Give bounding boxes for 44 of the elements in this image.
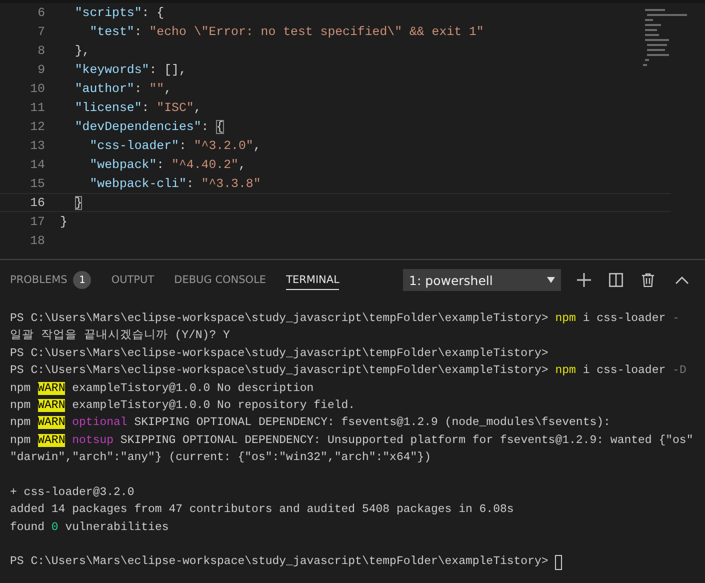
- terminal-line: + css-loader@3.2.0: [10, 484, 134, 501]
- line-number: 6: [36, 6, 45, 20]
- code-line: "author": "",: [74, 82, 172, 96]
- code-line: "css-loader": "^3.2.0",: [88, 138, 261, 152]
- line-number: 16: [29, 196, 45, 210]
- panel-tab[interactable]: TERMINAL: [286, 270, 340, 290]
- line-number: 14: [29, 158, 45, 172]
- line-number: 13: [29, 138, 45, 152]
- terminal-line: "darwin","arch":"any"} (current: {"os":"win32","arch":"x64"}): [10, 450, 431, 466]
- code-line: "test": "echo \"Error: no test specified\" && exit 1": [88, 24, 484, 38]
- line-number: 7: [36, 24, 45, 38]
- code-line: "scripts": {: [74, 6, 164, 20]
- code-line: },: [74, 44, 90, 58]
- line-number: 12: [29, 120, 45, 134]
- panel-tab[interactable]: OUTPUT: [111, 270, 154, 290]
- terminal-line: 일괄 작업을 끝내시겠습니까 (Y/N)? Y: [10, 328, 230, 344]
- terminal-line: found 0 vulnerabilities: [10, 520, 169, 536]
- line-number: 9: [36, 62, 45, 76]
- line-number: 8: [36, 44, 45, 58]
- line-number: 15: [29, 176, 45, 190]
- line-number: 17: [29, 214, 45, 228]
- code-line: "license": "ISC",: [74, 100, 202, 114]
- code-line: }: [60, 214, 68, 228]
- code-line: }: [74, 196, 82, 210]
- panel-tab[interactable]: PROBLEMS 1: [10, 267, 92, 293]
- plus-icon[interactable]: [575, 271, 593, 289]
- terminal-line: PS C:\Users\Mars\eclipse-workspace\study_javascript\tempFolder\exampleTistory>: [10, 346, 548, 362]
- terminal-line: PS C:\Users\Mars\eclipse-workspace\study_javascript\tempFolder\exampleTistory>: [10, 554, 550, 570]
- code-line: "webpack-cli": "^3.3.8": [88, 176, 261, 190]
- caret-icon: [547, 277, 555, 283]
- terminal-line: PS C:\Users\Mars\eclipse-workspace\study_javascript\tempFolder\exampleTistory> npm i css-loader -: [10, 311, 680, 327]
- code-line: "webpack": "^4.40.2",: [88, 158, 246, 172]
- panel-tab[interactable]: DEBUG CONSOLE: [174, 270, 266, 290]
- trash-icon[interactable]: [639, 271, 657, 289]
- terminal-dropdown[interactable]: 1: powershell: [403, 269, 561, 291]
- problem-count-badge: 1: [73, 271, 92, 289]
- terminal-line: added 14 packages from 47 contributors and audited 5408 packages in 6.08s: [10, 502, 514, 518]
- line-number: 18: [29, 234, 45, 248]
- code-line: "keywords": [],: [74, 62, 186, 76]
- line-number: 10: [29, 82, 45, 96]
- code-line: "devDependencies": {: [74, 120, 224, 134]
- terminal-line: PS C:\Users\Mars\eclipse-workspace\study_javascript\tempFolder\exampleTistory> npm i css-loader -D: [10, 363, 686, 380]
- split-icon[interactable]: [607, 271, 625, 289]
- line-number: 11: [29, 100, 45, 114]
